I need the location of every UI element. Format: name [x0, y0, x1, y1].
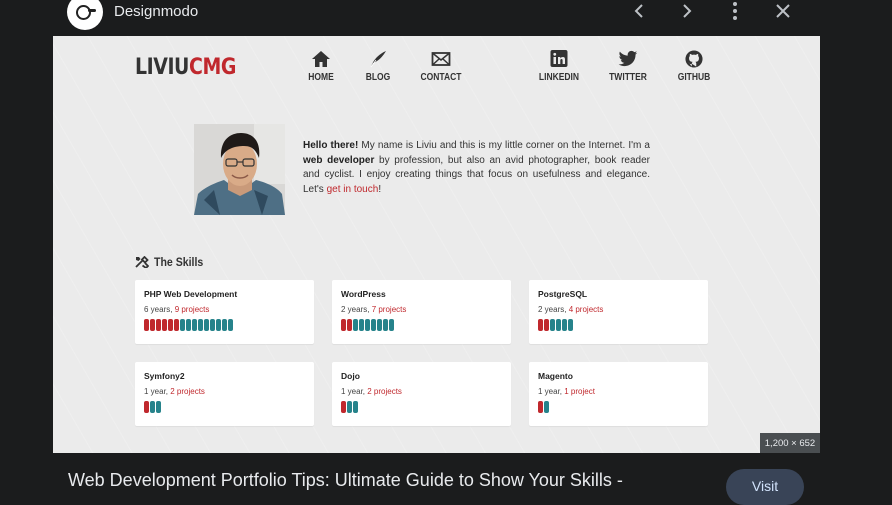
- skill-bar-segment: [150, 401, 155, 413]
- skill-card: WordPress 2 years, 7 projects: [332, 280, 511, 344]
- more-vert-icon[interactable]: [723, 0, 747, 22]
- skill-bar-segment: [204, 319, 209, 331]
- skill-bar-segment: [216, 319, 221, 331]
- nav-home[interactable]: HOME: [291, 50, 351, 83]
- skill-bar-segment: [347, 401, 352, 413]
- result-title[interactable]: Web Development Portfolio Tips: Ultimate…: [68, 470, 623, 491]
- envelope-icon: [431, 52, 451, 66]
- skill-bar: [144, 319, 233, 331]
- skill-bar-segment: [156, 401, 161, 413]
- tools-icon: [135, 256, 149, 268]
- close-icon[interactable]: [771, 0, 795, 22]
- avatar: [194, 124, 285, 215]
- skill-bar-segment: [341, 319, 346, 331]
- skill-bar-segment: [353, 401, 358, 413]
- skill-bar-segment: [389, 319, 394, 331]
- skill-bar: [144, 401, 161, 413]
- skill-bar-segment: [538, 401, 543, 413]
- site-logo[interactable]: [67, 0, 103, 30]
- skill-bar-segment: [353, 319, 358, 331]
- skill-bar-segment: [222, 319, 227, 331]
- skill-bar-segment: [162, 319, 167, 331]
- twitter-icon: [618, 50, 638, 67]
- image-preview[interactable]: LIVIUCMG HOME BLOG CONTACT LINKEDIN TWIT…: [53, 36, 820, 453]
- skill-bar-segment: [550, 319, 555, 331]
- github-icon: [685, 50, 703, 68]
- nav-blog[interactable]: BLOG: [348, 50, 408, 83]
- skill-bar-segment: [144, 401, 149, 413]
- skill-bar-segment: [556, 319, 561, 331]
- chevron-right-icon[interactable]: [675, 0, 699, 22]
- skill-bar-segment: [144, 319, 149, 331]
- skill-bar-segment: [365, 319, 370, 331]
- intro-paragraph: Hello there! My name is Liviu and this i…: [303, 140, 650, 195]
- nav-github[interactable]: GITHUB: [664, 50, 724, 83]
- projects-link[interactable]: 1 project: [564, 387, 595, 396]
- nav-linkedin[interactable]: LINKEDIN: [529, 50, 589, 83]
- skill-bar-segment: [562, 319, 567, 331]
- skill-bar-segment: [192, 319, 197, 331]
- projects-link[interactable]: 9 projects: [175, 305, 210, 314]
- skill-bar-segment: [377, 319, 382, 331]
- home-icon: [312, 51, 330, 67]
- site-name[interactable]: Designmodo: [114, 3, 198, 20]
- projects-link[interactable]: 4 projects: [569, 305, 604, 314]
- skill-bar: [538, 401, 549, 413]
- skill-card: PHP Web Development 6 years, 9 projects: [135, 280, 314, 344]
- skill-bar-segment: [341, 401, 346, 413]
- skill-bar: [341, 401, 358, 413]
- skills-heading: The Skills: [135, 255, 210, 269]
- get-in-touch-link[interactable]: get in touch: [327, 184, 379, 195]
- skill-card: Magento 1 year, 1 project: [529, 362, 708, 426]
- skill-bar-segment: [383, 319, 388, 331]
- skill-bar-segment: [228, 319, 233, 331]
- skill-bar-segment: [210, 319, 215, 331]
- nav-twitter[interactable]: TWITTER: [598, 50, 658, 83]
- quill-icon: [370, 51, 386, 68]
- skill-bar-segment: [198, 319, 203, 331]
- visit-button[interactable]: Visit: [726, 469, 804, 505]
- skill-bar-segment: [544, 319, 549, 331]
- chevron-left-icon[interactable]: [627, 0, 651, 22]
- skill-bar-segment: [156, 319, 161, 331]
- brand-logo: LIVIUCMG: [135, 55, 236, 80]
- skill-bar-segment: [174, 319, 179, 331]
- skill-bar-segment: [371, 319, 376, 331]
- skill-bar-segment: [186, 319, 191, 331]
- skill-bar: [341, 319, 394, 331]
- projects-link[interactable]: 2 projects: [170, 387, 205, 396]
- skill-bar-segment: [359, 319, 364, 331]
- linkedin-icon: [550, 50, 568, 67]
- skill-card: Symfony2 1 year, 2 projects: [135, 362, 314, 426]
- image-dimensions-badge: 1,200 × 652: [760, 433, 820, 453]
- skill-bar: [538, 319, 573, 331]
- projects-link[interactable]: 2 projects: [367, 387, 402, 396]
- skill-card: PostgreSQL 2 years, 4 projects: [529, 280, 708, 344]
- skill-bar-segment: [544, 401, 549, 413]
- nav-contact[interactable]: CONTACT: [411, 50, 471, 83]
- top-bar: Designmodo: [0, 0, 892, 36]
- skill-bar-segment: [538, 319, 543, 331]
- projects-link[interactable]: 7 projects: [372, 305, 407, 314]
- skill-card: Dojo 1 year, 2 projects: [332, 362, 511, 426]
- skill-bar-segment: [150, 319, 155, 331]
- skill-bar-segment: [168, 319, 173, 331]
- skill-bar-segment: [180, 319, 185, 331]
- skill-bar-segment: [347, 319, 352, 331]
- skill-bar-segment: [568, 319, 573, 331]
